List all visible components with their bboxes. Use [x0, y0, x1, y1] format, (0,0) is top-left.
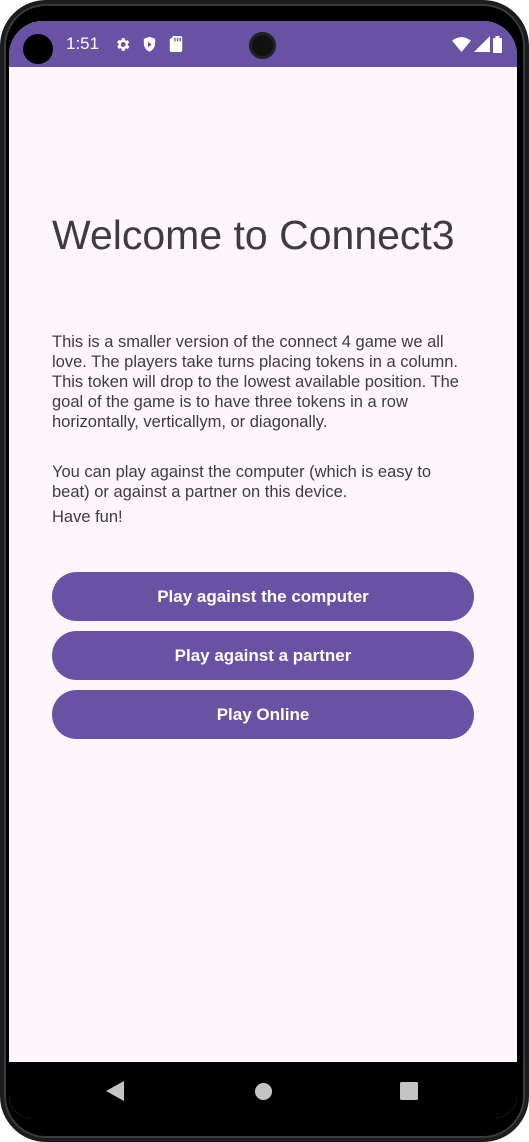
sd-card-icon	[167, 35, 185, 53]
back-icon[interactable]	[103, 1080, 127, 1102]
have-fun-text: Have fun!	[52, 508, 123, 526]
home-icon[interactable]	[251, 1080, 275, 1102]
main-content: Welcome to Connect3 This is a smaller ve…	[9, 67, 517, 1062]
settings-icon	[113, 35, 131, 53]
page-title: Welcome to Connect3	[52, 212, 455, 258]
play-computer-button[interactable]: Play against the computer	[52, 572, 474, 621]
navigation-bar	[9, 1062, 517, 1118]
signal-icon	[473, 35, 491, 53]
shield-icon	[140, 35, 158, 53]
status-time: 1:51	[66, 34, 100, 53]
description-paragraph: This is a smaller version of the connect…	[52, 333, 459, 431]
phone-frame: 1:51 Welcome to Connect3 This is a small…	[0, 0, 529, 1142]
status-bar: 1:51	[9, 21, 517, 67]
battery-icon	[492, 35, 502, 53]
camera-cutout	[23, 34, 53, 64]
play-online-button[interactable]: Play Online	[52, 690, 474, 739]
front-camera	[249, 32, 276, 59]
recents-icon[interactable]	[397, 1080, 421, 1102]
screen: 1:51 Welcome to Connect3 This is a small…	[9, 21, 517, 1118]
play-options-paragraph: You can play against the computer (which…	[52, 463, 432, 501]
play-partner-button[interactable]: Play against a partner	[52, 631, 474, 680]
wifi-icon	[451, 35, 471, 53]
